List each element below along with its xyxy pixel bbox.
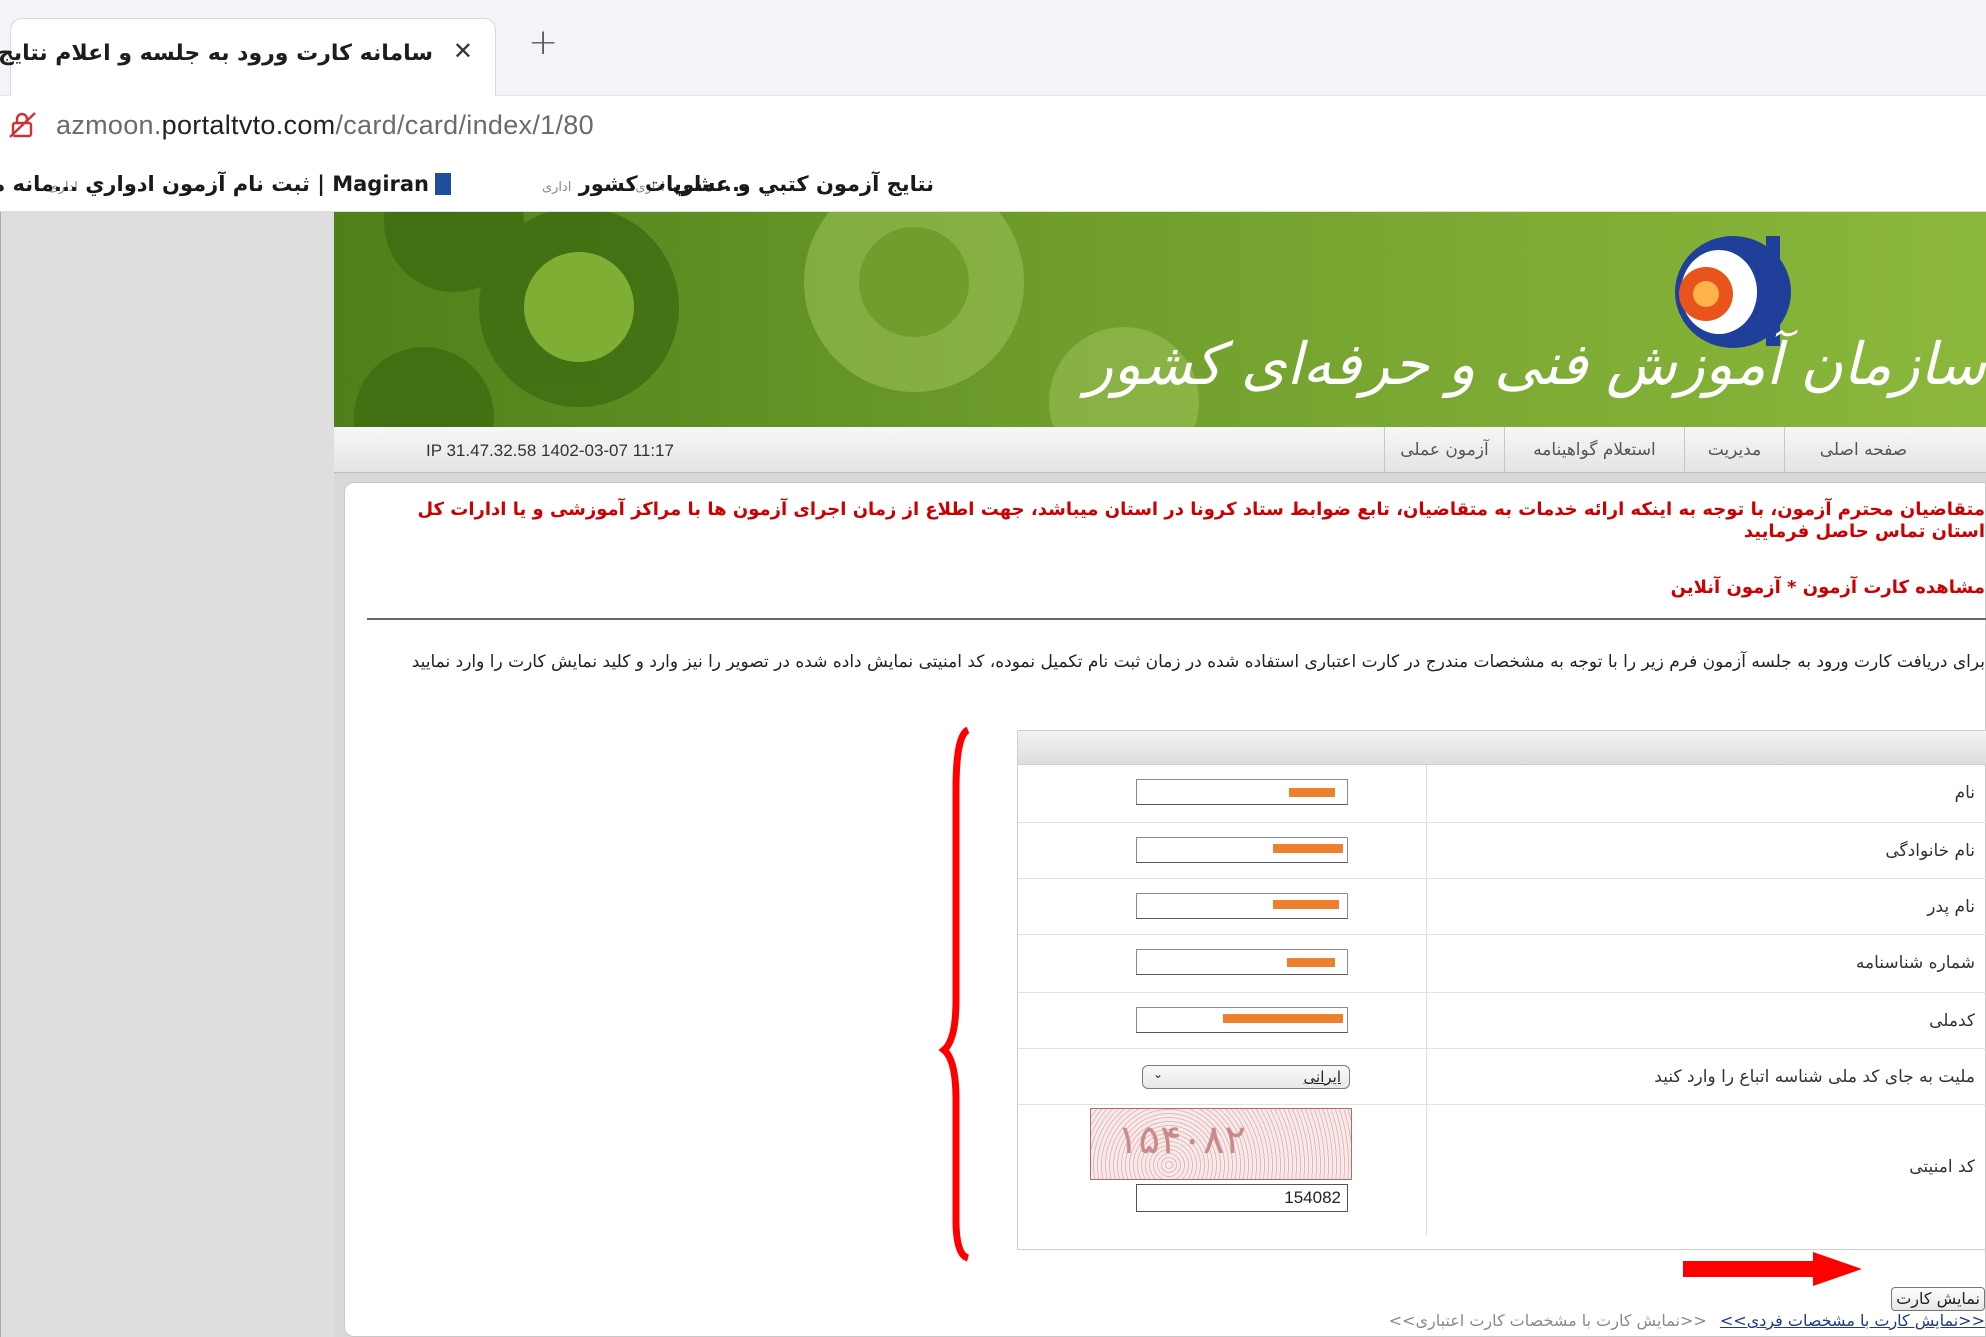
- nationality-select[interactable]: ایرانی ⌄: [1142, 1065, 1350, 1089]
- link-personal-details[interactable]: <<نمایش کارت با مشخصات فردی>>: [1720, 1311, 1985, 1330]
- bookmark-item[interactable]: Magiran | ثبت نام آزمون ادواري اداری: [44, 172, 451, 196]
- form-header: [1018, 731, 1986, 765]
- page-left-margin: [0, 212, 334, 1337]
- security-code-input[interactable]: 154082: [1136, 1184, 1348, 1212]
- nationality-selected-value: ایرانی: [1303, 1068, 1341, 1086]
- redaction-mark: [1273, 844, 1343, 853]
- browser-tab-bar: سامانه کارت ورود به جلسه و اعلام نتایج ✕…: [0, 0, 1986, 96]
- captcha-image: ۱۵۴۰۸۲: [1090, 1108, 1352, 1180]
- url-text[interactable]: azmoon.portaltvto.com/card/card/index/1/…: [56, 110, 594, 141]
- captcha-digits: ۱۵۴۰۸۲: [1117, 1117, 1246, 1163]
- nav-management[interactable]: مدیریت: [1684, 427, 1784, 473]
- nav-home[interactable]: صفحه اصلی: [1784, 427, 1942, 473]
- redaction-mark: [1273, 900, 1339, 909]
- new-tab-icon[interactable]: +: [528, 22, 558, 63]
- field-label: ملیت به جای کد ملی شناسه اتباع را وارد ک…: [1654, 1067, 1975, 1087]
- organization-logo-text: سازمان آموزش فنی و حرفه‌ای کشور: [1085, 330, 1986, 398]
- father-name-input[interactable]: [1136, 893, 1348, 919]
- address-bar[interactable]: azmoon.portaltvto.com/card/card/index/1/…: [0, 96, 1986, 158]
- covid-notice: متقاضیان محترم آزمون، با توجه به اینکه ا…: [417, 499, 1985, 542]
- bookmark-badge-icon: اداری: [541, 180, 572, 195]
- site-banner: سازمان آموزش فنی و حرفه‌ای کشور: [334, 212, 1986, 427]
- divider: [367, 618, 1986, 620]
- ip-timestamp: IP 31.47.32.58 1402-03-07 11:17: [426, 441, 674, 460]
- field-label: کدملی: [1929, 1011, 1975, 1031]
- redaction-mark: [1223, 1014, 1343, 1023]
- form-row-last-name: نام خانوادگی: [1018, 823, 1986, 879]
- id-number-input[interactable]: [1136, 949, 1348, 975]
- nav-certificate-inquiry[interactable]: استعلام گواهینامه: [1504, 427, 1684, 473]
- last-name-input[interactable]: [1136, 837, 1348, 863]
- browser-tab[interactable]: سامانه کارت ورود به جلسه و اعلام نتایج ✕: [0, 18, 496, 96]
- exam-card-form: نام نام خانوادگی نام پدر شماره شناسنامه …: [1017, 730, 1986, 1250]
- section-title: مشاهده کارت آزمون * آزمون آنلاین: [1670, 577, 1985, 598]
- field-label: نام پدر: [1927, 897, 1975, 917]
- bookmark-item[interactable]: ...نشریات کشور اداری: [538, 172, 748, 196]
- content-panel: متقاضیان محترم آزمون، با توجه به اینکه ا…: [344, 482, 1986, 1337]
- magiran-icon: [435, 173, 451, 195]
- form-row-national-code: کدملی: [1018, 993, 1986, 1049]
- bookmark-item[interactable]: ...مانه ملی: [0, 172, 78, 196]
- insecure-lock-icon[interactable]: [8, 110, 38, 140]
- chevron-down-icon: ⌄: [1153, 1067, 1164, 1081]
- web-page: سازمان آموزش فنی و حرفه‌ای کشور صفحه اصل…: [0, 212, 1986, 1337]
- alternate-links: <<نمایش کارت با مشخصات فردی>> <<نمایش کا…: [1389, 1311, 1985, 1330]
- form-row-first-name: نام: [1018, 765, 1986, 823]
- field-label: نام خانوادگی: [1885, 841, 1975, 861]
- national-code-input[interactable]: [1136, 1007, 1348, 1033]
- redaction-mark: [1289, 788, 1335, 797]
- bookmarks-bar: نتایج آزمون کتبي و عملي اداری ...نشریات …: [0, 158, 1986, 212]
- form-instructions: برای دریافت کارت ورود به جلسه آزمون فرم …: [411, 652, 1985, 672]
- close-icon[interactable]: ✕: [453, 37, 473, 65]
- field-label: شماره شناسنامه: [1855, 953, 1975, 973]
- form-row-father-name: نام پدر: [1018, 879, 1986, 935]
- field-label: نام: [1954, 783, 1975, 803]
- field-label: کد امنیتی: [1909, 1157, 1975, 1177]
- form-row-id-number: شماره شناسنامه: [1018, 935, 1986, 993]
- show-card-button[interactable]: نمایش کارت: [1891, 1287, 1985, 1311]
- nav-practical-exam[interactable]: آزمون عملی: [1384, 427, 1504, 473]
- form-row-nationality: ملیت به جای کد ملی شناسه اتباع را وارد ک…: [1018, 1049, 1986, 1105]
- site-navbar: صفحه اصلی مدیریت استعلام گواهینامه آزمون…: [334, 427, 1986, 473]
- redaction-mark: [1287, 958, 1335, 967]
- link-credit-card[interactable]: <<نمایش کارت با مشخصات کارت اعتباری>>: [1389, 1311, 1707, 1330]
- tab-title: سامانه کارت ورود به جلسه و اعلام نتایج: [0, 41, 433, 66]
- first-name-input[interactable]: [1136, 779, 1348, 805]
